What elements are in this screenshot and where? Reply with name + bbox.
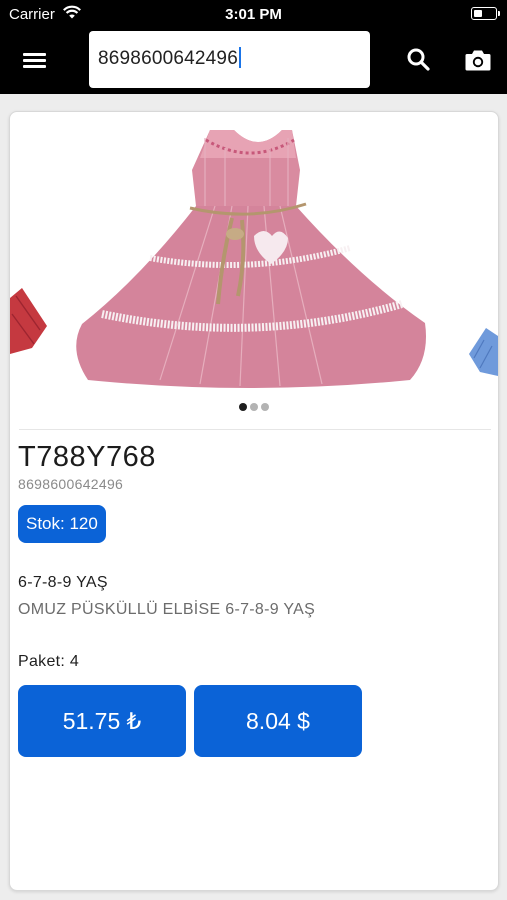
- product-size: 6-7-8-9 YAŞ: [18, 574, 108, 591]
- search-button[interactable]: [404, 45, 434, 75]
- carousel-dot-3[interactable]: [261, 403, 269, 411]
- product-code: T788Y768: [18, 441, 156, 473]
- carousel-dot-2[interactable]: [250, 403, 258, 411]
- product-description: OMUZ PÜSKÜLLÜ ELBİSE 6-7-8-9 YAŞ: [18, 601, 316, 618]
- stock-badge: Stok: 120: [18, 505, 106, 543]
- battery-icon: [471, 7, 500, 20]
- app-header: Carrier 3:01 PM 8698600642496: [0, 0, 507, 94]
- carousel-images: [10, 124, 498, 388]
- search-input[interactable]: 8698600642496: [89, 31, 370, 88]
- next-product-image[interactable]: [469, 328, 498, 376]
- clock: 3:01 PM: [225, 6, 282, 23]
- price-usd-button[interactable]: 8.04 $: [194, 685, 362, 757]
- status-bar: Carrier 3:01 PM: [0, 0, 507, 28]
- camera-button[interactable]: [463, 45, 493, 75]
- camera-icon: [465, 50, 491, 71]
- product-card: T788Y768 8698600642496 Stok: 120 6-7-8-9…: [9, 111, 499, 891]
- search-input-value: 8698600642496: [98, 48, 238, 69]
- previous-product-image[interactable]: [10, 288, 47, 354]
- carousel-pagination: [10, 398, 498, 416]
- search-icon: [407, 48, 430, 71]
- product-barcode: 8698600642496: [18, 476, 124, 492]
- text-cursor: [238, 47, 241, 68]
- price-try-button[interactable]: 51.75 ₺: [18, 685, 186, 757]
- carousel-dot-1[interactable]: [239, 403, 247, 411]
- product-image[interactable]: [72, 124, 460, 388]
- divider: [19, 429, 491, 430]
- menu-button[interactable]: [20, 46, 50, 74]
- package-count: Paket: 4: [18, 653, 80, 670]
- image-carousel[interactable]: [10, 118, 498, 393]
